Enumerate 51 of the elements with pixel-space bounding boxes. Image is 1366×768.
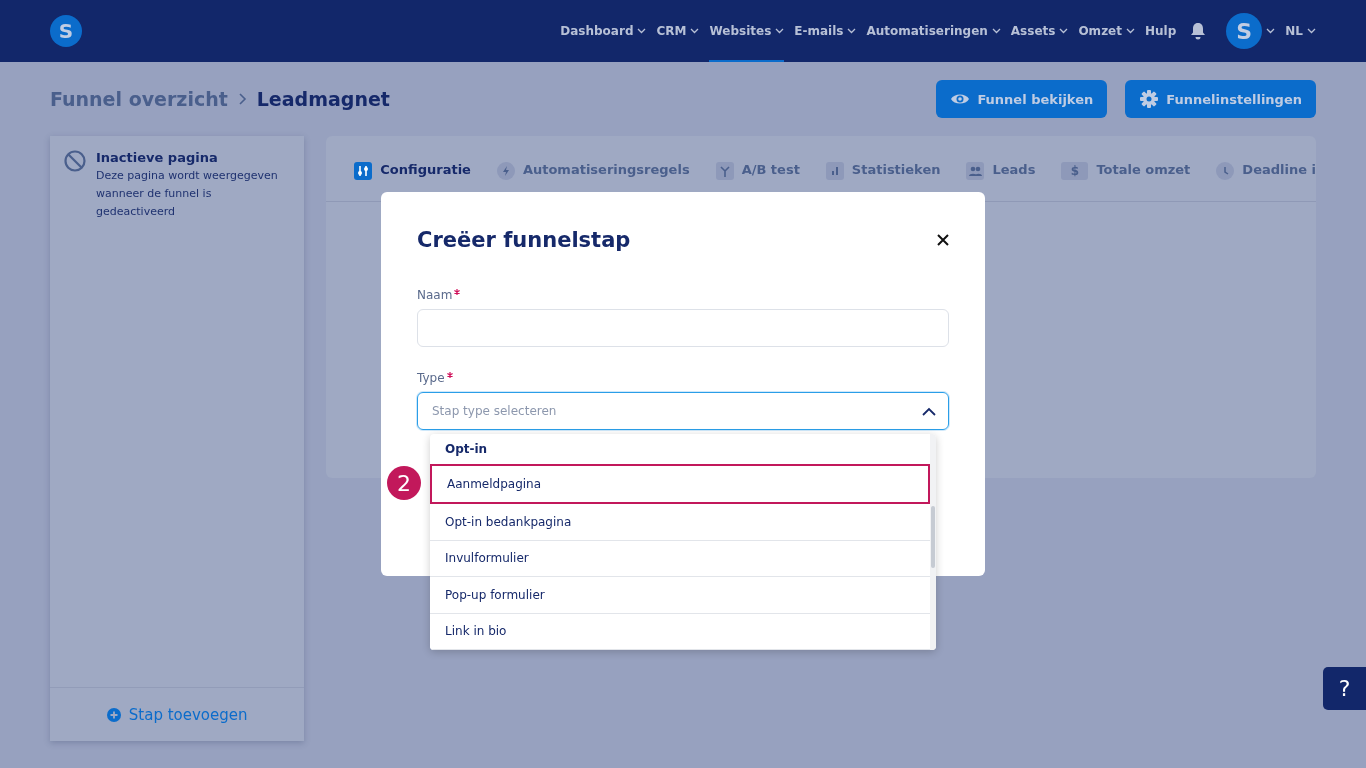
field-label: Type <box>417 371 445 385</box>
nav-item[interactable]: Omzet <box>1078 0 1135 62</box>
avatar[interactable]: S <box>1226 13 1263 49</box>
settings-button[interactable]: Funnelinstellingen <box>1125 80 1316 118</box>
breadcrumb-item[interactable]: Leadmagnet <box>256 88 390 110</box>
type-select[interactable]: Stap type selecteren <box>417 392 949 430</box>
name-field[interactable] <box>417 309 949 347</box>
logo[interactable]: S <box>50 15 82 47</box>
nav-item[interactable]: Hulp <box>1145 0 1177 62</box>
nav-item[interactable]: Automatiseringen <box>866 0 1001 62</box>
view-button[interactable]: Funnel bekijken <box>936 80 1108 118</box>
lightning-icon <box>496 162 515 180</box>
nav-item[interactable]: CRM <box>656 0 700 62</box>
close-icon[interactable] <box>937 234 949 246</box>
caret-icon <box>690 28 700 34</box>
nav-item[interactable]: E-mails <box>794 0 857 62</box>
chevron-right-icon <box>237 92 247 106</box>
dollar-icon: $ <box>1061 162 1089 180</box>
caret-icon <box>991 28 1001 34</box>
prohibited-icon <box>64 150 86 172</box>
sliders-icon <box>354 162 373 180</box>
field-label: Naam <box>417 288 453 302</box>
plus-circle-icon <box>106 707 121 722</box>
language-selector[interactable]: NL <box>1285 0 1316 62</box>
caret-icon <box>1307 28 1316 34</box>
dropdown-option[interactable]: Invulformulier <box>430 540 930 577</box>
caret-icon <box>1126 28 1135 34</box>
bell-icon <box>1190 22 1207 40</box>
dropdown-option[interactable]: Pop-up formulier <box>430 577 930 614</box>
dropdown-option[interactable]: Aanmeldpagina <box>430 463 930 505</box>
chevron-up-icon <box>922 406 936 416</box>
nav-item[interactable]: Assets <box>1010 0 1069 62</box>
step-marker: 2 <box>387 466 421 500</box>
modal-title: Creëer funnelstap <box>417 228 631 252</box>
option-group-label: Opt-in <box>444 440 489 458</box>
page-title[interactable]: Inactieve pagina <box>96 150 291 165</box>
gear-icon <box>1139 90 1160 108</box>
caret-icon <box>1266 28 1276 34</box>
caret-icon <box>637 28 647 34</box>
dropdown-option[interactable]: Opt-in bedankpagina <box>430 504 930 541</box>
caret-icon <box>1059 28 1069 34</box>
help-button[interactable]: ? <box>1323 667 1366 710</box>
bar-chart-icon <box>825 162 844 180</box>
nav-item[interactable]: Websites <box>709 0 785 62</box>
page-description: Deze pagina wordt weergegeven wanneer de funnel is gedeactiveerd <box>96 168 279 220</box>
clock-icon <box>1216 162 1235 180</box>
dropdown-option[interactable]: Link in bio <box>430 613 930 650</box>
nav-item[interactable]: Dashboard <box>560 0 647 62</box>
caret-icon <box>775 28 785 34</box>
caret-icon <box>847 28 857 34</box>
people-icon <box>966 162 985 180</box>
